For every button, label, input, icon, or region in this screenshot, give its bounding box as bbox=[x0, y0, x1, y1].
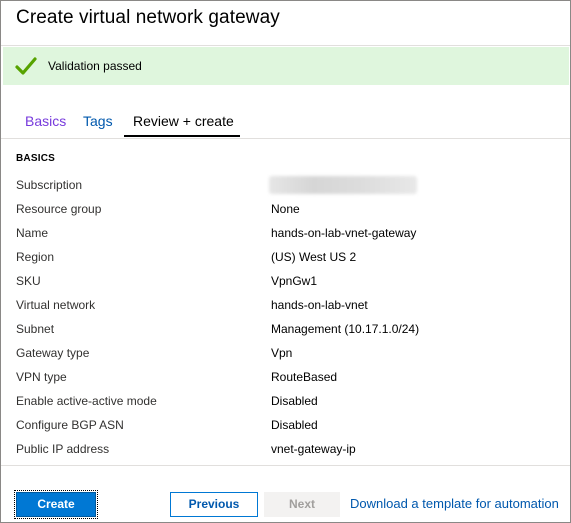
field-label: SKU bbox=[16, 274, 41, 288]
field-label: Configure BGP ASN bbox=[16, 418, 124, 432]
previous-button[interactable]: Previous bbox=[170, 492, 258, 517]
selected-tab-indicator bbox=[124, 135, 240, 137]
summary-row-name: Name hands-on-lab-vnet-gateway bbox=[1, 221, 570, 245]
tab-basics[interactable]: Basics bbox=[25, 113, 66, 129]
summary-row-virtual-network: Virtual network hands-on-lab-vnet bbox=[1, 293, 570, 317]
field-label: Enable active-active mode bbox=[16, 394, 157, 408]
field-value: Vpn bbox=[271, 346, 293, 360]
summary-row-gateway-type: Gateway type Vpn bbox=[1, 341, 570, 365]
redacted-subscription-value bbox=[269, 176, 417, 194]
field-label: Virtual network bbox=[16, 298, 96, 312]
field-value: vnet-gateway-ip bbox=[271, 442, 356, 456]
summary-row-sku: SKU VpnGw1 bbox=[1, 269, 570, 293]
summary-row-bgp-asn: Configure BGP ASN Disabled bbox=[1, 413, 570, 437]
next-button: Next bbox=[264, 492, 340, 517]
field-value: RouteBased bbox=[271, 370, 338, 384]
summary-row-region: Region (US) West US 2 bbox=[1, 245, 570, 269]
field-label: Subscription bbox=[16, 178, 83, 192]
summary-row-active-active: Enable active-active mode Disabled bbox=[1, 389, 570, 413]
tab-tags[interactable]: Tags bbox=[83, 113, 113, 129]
section-heading: BASICS bbox=[16, 153, 55, 164]
field-label: Subnet bbox=[16, 322, 55, 336]
field-value: hands-on-lab-vnet bbox=[271, 298, 368, 312]
summary-list: Subscription Resource group None Name ha… bbox=[1, 173, 570, 461]
field-value: Disabled bbox=[271, 394, 318, 408]
create-button[interactable]: Create bbox=[14, 490, 98, 519]
summary-row-subscription: Subscription bbox=[1, 173, 570, 197]
field-label: Resource group bbox=[16, 202, 102, 216]
checkmark-icon bbox=[15, 57, 37, 75]
field-label: Public IP address bbox=[16, 442, 110, 456]
summary-row-vpn-type: VPN type RouteBased bbox=[1, 365, 570, 389]
field-label: VPN type bbox=[16, 370, 67, 384]
tab-bar: Basics Tags Review + create bbox=[1, 107, 570, 137]
validation-banner: Validation passed bbox=[3, 47, 569, 85]
header-divider bbox=[1, 45, 570, 46]
field-value: (US) West US 2 bbox=[271, 250, 357, 264]
field-label: Gateway type bbox=[16, 346, 90, 360]
blade-panel: Create virtual network gateway Validatio… bbox=[0, 0, 571, 523]
validation-message: Validation passed bbox=[48, 59, 142, 73]
footer-divider bbox=[1, 465, 570, 466]
tabs-divider bbox=[1, 138, 570, 139]
download-template-link[interactable]: Download a template for automation bbox=[350, 496, 559, 511]
field-value: None bbox=[271, 202, 300, 216]
field-value: hands-on-lab-vnet-gateway bbox=[271, 226, 417, 240]
field-value: VpnGw1 bbox=[271, 274, 318, 288]
page-title: Create virtual network gateway bbox=[16, 7, 280, 28]
field-value: Disabled bbox=[271, 418, 318, 432]
field-label: Region bbox=[16, 250, 55, 264]
field-value: Management (10.17.1.0/24) bbox=[271, 322, 420, 336]
tab-review-create[interactable]: Review + create bbox=[133, 113, 234, 129]
summary-row-subnet: Subnet Management (10.17.1.0/24) bbox=[1, 317, 570, 341]
field-label: Name bbox=[16, 226, 49, 240]
summary-row-public-ip: Public IP address vnet-gateway-ip bbox=[1, 437, 570, 461]
summary-row-resource-group: Resource group None bbox=[1, 197, 570, 221]
